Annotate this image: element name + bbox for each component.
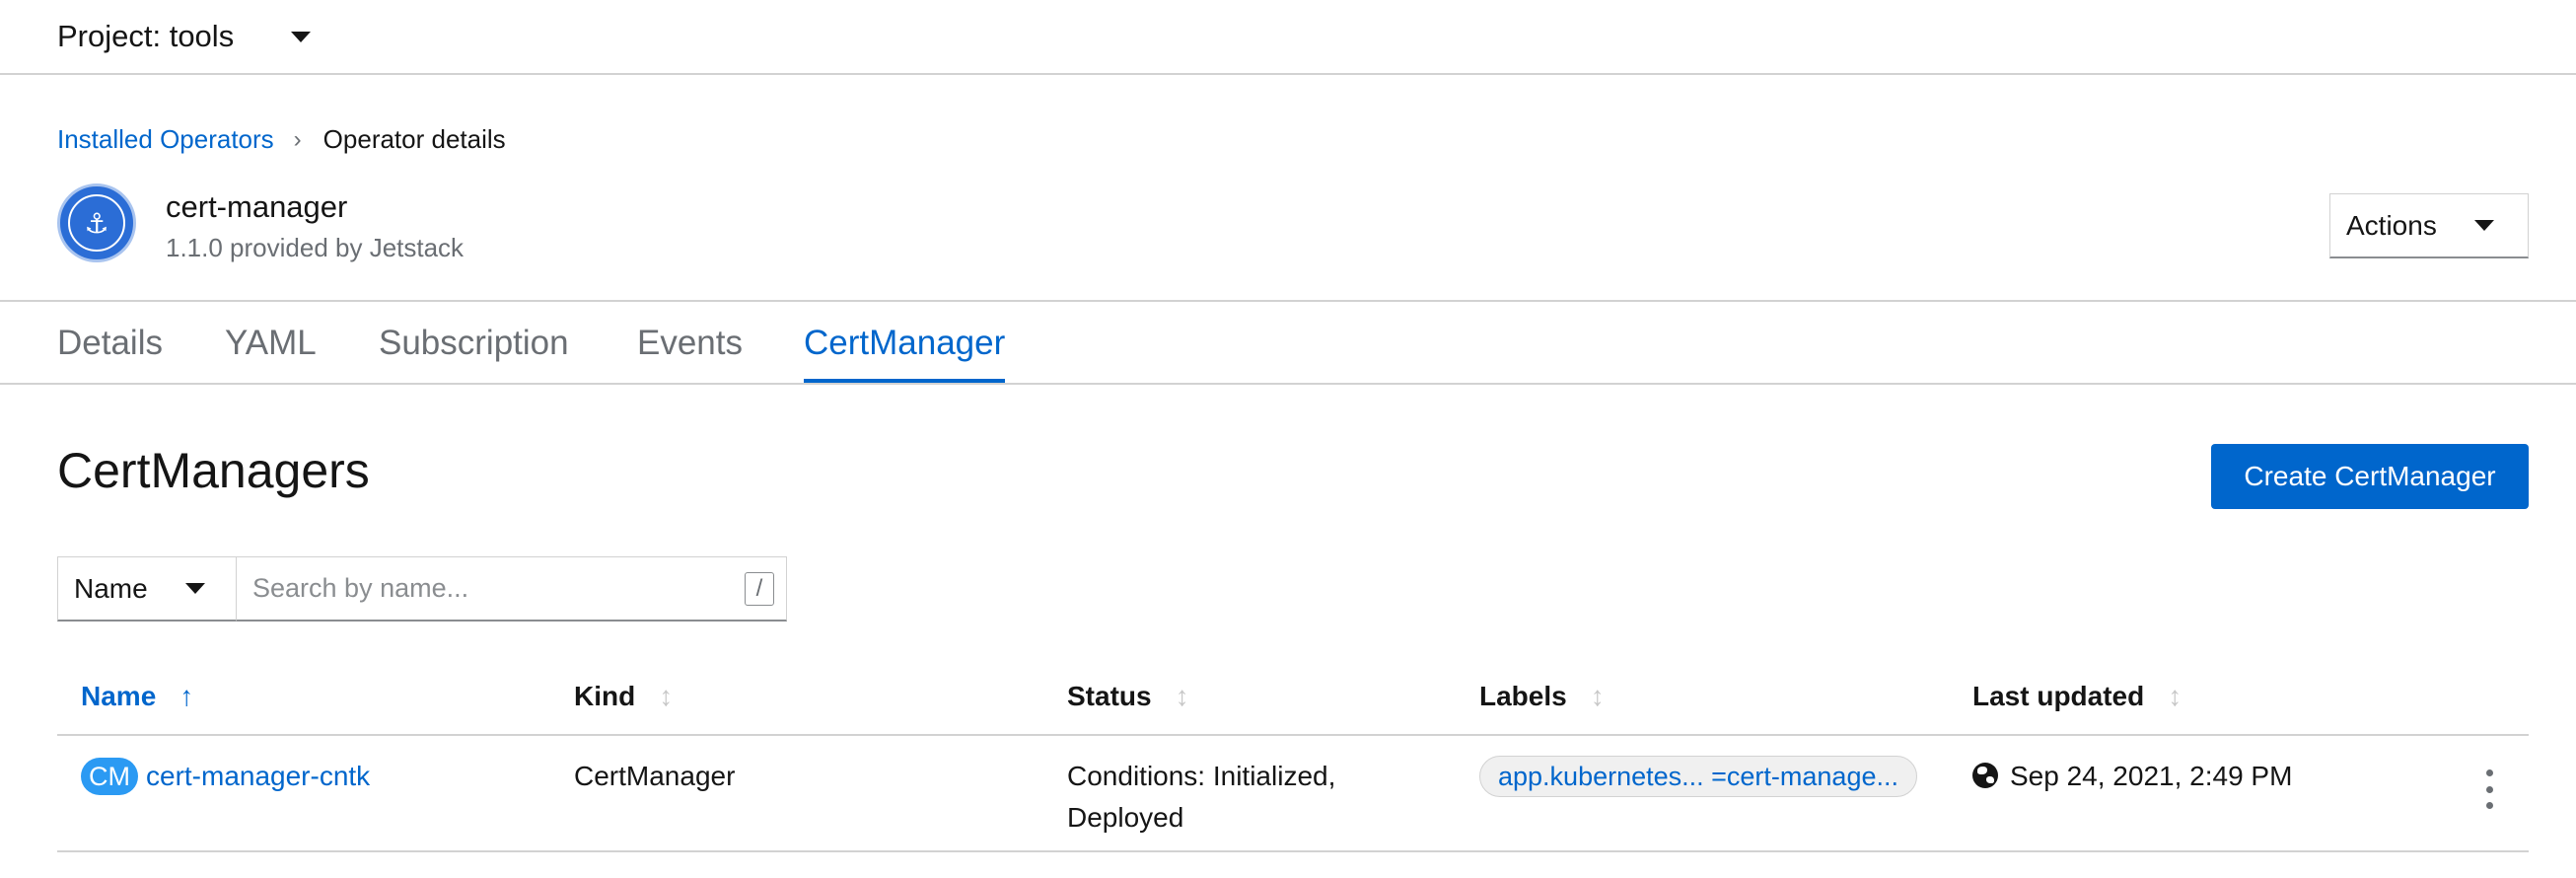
- column-header-label: Name: [81, 681, 157, 711]
- column-header-label: Labels: [1479, 681, 1567, 711]
- sort-icon: ↕: [2168, 681, 2182, 711]
- filter-toolbar: Name /: [57, 556, 787, 622]
- sort-icon: ↕: [1590, 681, 1605, 711]
- labels-cell: app.kubernetes... =cert-manage...: [1479, 756, 1917, 797]
- table-header: Name ↑ Kind ↕ Status ↕ Labels ↕ Last upd…: [57, 661, 2529, 736]
- search-container: /: [237, 556, 787, 622]
- tab-subscription[interactable]: Subscription: [379, 324, 569, 379]
- actions-dropdown[interactable]: Actions: [2329, 193, 2529, 258]
- column-header-status[interactable]: Status ↕: [1067, 681, 1189, 712]
- tab-yaml[interactable]: YAML: [225, 324, 317, 379]
- column-header-label: Status: [1067, 681, 1152, 711]
- slash-shortcut-hint: /: [745, 572, 774, 606]
- project-selector[interactable]: Project: tools: [57, 12, 312, 61]
- filter-type-dropdown[interactable]: Name: [57, 556, 237, 622]
- column-header-last-updated[interactable]: Last updated ↕: [1972, 681, 2182, 712]
- sort-icon: ↕: [659, 681, 674, 711]
- resource-kind-badge: CM: [81, 758, 138, 795]
- last-updated-cell: Sep 24, 2021, 2:49 PM: [1972, 756, 2292, 797]
- column-header-labels[interactable]: Labels ↕: [1479, 681, 1605, 712]
- tab-details[interactable]: Details: [57, 324, 163, 379]
- filter-type-label: Name: [74, 572, 148, 604]
- actions-label: Actions: [2346, 209, 2437, 241]
- caret-down-icon: [2474, 220, 2494, 231]
- table-row: CM cert-manager-cntk CertManager Conditio…: [57, 736, 2529, 852]
- column-header-label: Last updated: [1972, 681, 2145, 711]
- create-certmanager-button[interactable]: Create CertManager: [2211, 444, 2529, 509]
- status-text: Conditions: Initialized,: [1067, 761, 1336, 791]
- search-input[interactable]: [237, 557, 786, 620]
- tab-certmanager[interactable]: CertManager: [804, 324, 1006, 383]
- status-cell: Conditions: Initialized, Deployed: [1067, 756, 1335, 839]
- timestamp: Sep 24, 2021, 2:49 PM: [2010, 761, 2293, 791]
- anchor-icon: ⚓: [68, 194, 125, 252]
- caret-down-icon: [184, 583, 205, 594]
- operator-logo: ⚓: [57, 183, 136, 262]
- column-header-label: Kind: [574, 681, 636, 711]
- breadcrumb-current: Operator details: [322, 124, 506, 154]
- row-actions-kebab-icon[interactable]: [2477, 769, 2501, 809]
- chevron-right-icon: ›: [293, 125, 302, 153]
- column-header-name[interactable]: Name ↑: [81, 681, 193, 712]
- status-text: Deployed: [1067, 802, 1184, 833]
- globe-icon: [1972, 763, 1998, 788]
- operator-name: cert-manager: [166, 189, 348, 224]
- caret-down-icon: [291, 31, 312, 42]
- operator-tabs: Details YAML Subscription Events CertMan…: [0, 300, 2576, 385]
- resource-name-link[interactable]: cert-manager-cntk: [146, 761, 370, 791]
- kind-cell: CertManager: [574, 761, 736, 791]
- column-header-kind[interactable]: Kind ↕: [574, 681, 673, 712]
- project-label: Project: tools: [57, 19, 235, 53]
- sort-ascending-icon: ↑: [179, 681, 194, 711]
- label-chip[interactable]: app.kubernetes... =cert-manage...: [1479, 756, 1917, 797]
- page-title: CertManagers: [57, 443, 370, 498]
- tab-events[interactable]: Events: [637, 324, 743, 379]
- breadcrumb-installed-operators-link[interactable]: Installed Operators: [57, 124, 274, 155]
- operator-version-provider: 1.1.0 provided by Jetstack: [166, 233, 465, 262]
- breadcrumb: Installed Operators › Operator details: [57, 124, 506, 155]
- name-cell: CM cert-manager-cntk: [81, 756, 370, 797]
- sort-icon: ↕: [1175, 681, 1189, 711]
- project-bar: Project: tools: [0, 0, 2576, 75]
